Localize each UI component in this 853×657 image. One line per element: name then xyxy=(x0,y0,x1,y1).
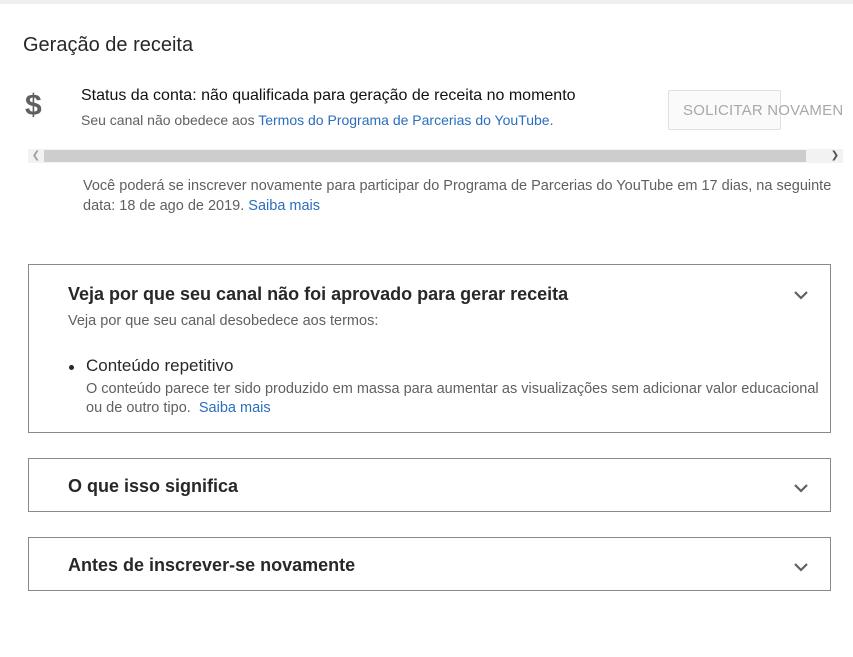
violation-title: Conteúdo repetitivo xyxy=(86,356,234,375)
top-divider xyxy=(0,0,853,4)
reapply-button[interactable]: SOLICITAR NOVAMEN xyxy=(668,90,843,130)
status-sub-prefix: Seu canal não obedece aos xyxy=(81,112,259,128)
reapply-notice-text: Você poderá se inscrever novamente para … xyxy=(83,178,832,214)
page-title: Geração de receita xyxy=(23,34,194,56)
reapply-notice: Você poderá se inscrever novamente para … xyxy=(83,176,853,216)
account-status-text: Status da conta: não qualificada para ge… xyxy=(81,87,576,104)
scroll-right-arrow-icon[interactable]: ❯ xyxy=(827,149,843,163)
reapply-button-label: SOLICITAR NOVAMEN xyxy=(683,102,844,119)
before-reapplying-panel[interactable]: Antes de inscrever-se novamente xyxy=(28,537,831,591)
why-not-approved-panel: Veja por que seu canal não foi aprovado … xyxy=(28,264,831,433)
scroll-left-arrow-icon[interactable]: ❮ xyxy=(28,149,44,163)
what-this-means-panel[interactable]: O que isso significa xyxy=(28,458,831,512)
status-sub-suffix: . xyxy=(549,112,554,128)
violation-description: O conteúdo parece ter sido produzido em … xyxy=(86,380,826,418)
dollar-icon: $ xyxy=(25,89,42,122)
account-status-subtext: Seu canal não obedece aos Termos do Prog… xyxy=(81,112,553,128)
panel-title[interactable]: Veja por que seu canal não foi aprovado … xyxy=(68,284,568,305)
scrollbar-thumb[interactable] xyxy=(44,150,806,162)
chevron-down-icon[interactable] xyxy=(792,558,810,576)
violation-learn-more-link[interactable]: Saiba mais xyxy=(199,400,271,416)
panel-title: O que isso significa xyxy=(68,476,239,496)
notice-learn-more-link[interactable]: Saiba mais xyxy=(248,198,320,214)
chevron-down-icon[interactable] xyxy=(792,479,810,497)
bullet-icon xyxy=(69,365,74,370)
horizontal-scrollbar[interactable]: ❮ ❯ xyxy=(28,149,843,163)
partner-terms-link[interactable]: Termos do Programa de Parcerias do YouTu… xyxy=(258,112,549,128)
panel-subtitle: Veja por que seu canal desobedece aos te… xyxy=(68,313,379,329)
panel-title: Antes de inscrever-se novamente xyxy=(68,555,356,575)
violation-description-text: O conteúdo parece ter sido produzido em … xyxy=(86,381,819,416)
chevron-down-icon[interactable] xyxy=(792,286,810,304)
